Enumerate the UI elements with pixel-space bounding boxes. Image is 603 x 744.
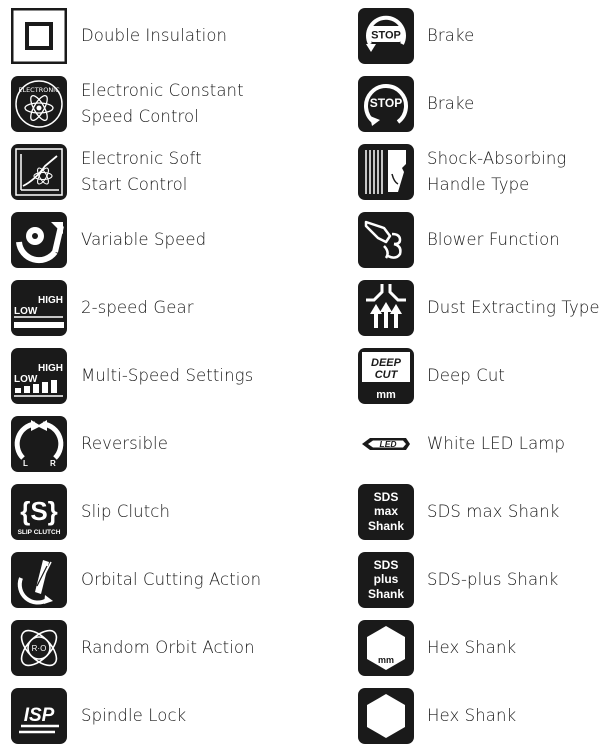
feature-label: Multi-Speed Settings [81,366,254,385]
feature-label: Electronic Constant Speed Control [81,81,244,126]
feature-row: Dust Extracting Type [358,280,600,336]
feature-row: STOP Brake [358,8,474,64]
feature-label: Brake [427,94,475,113]
svg-text:LOW: LOW [14,374,38,385]
svg-text:HIGH: HIGH [38,363,63,374]
feature-label: Dust Extracting Type [427,298,600,317]
svg-text:plus: plus [374,572,399,586]
feature-label: Double Insulation [81,26,228,45]
feature-label: Slip Clutch [81,502,171,521]
feature-row: LOW HIGH Multi-Speed Settings [11,348,253,404]
slip-clutch-icon: {S} SLIP CLUTCH [11,484,67,540]
sds-plus-icon: SDS plus Shank [358,552,414,608]
svg-text:ISP: ISP [24,705,55,726]
feature-label: Blower Function [427,230,560,249]
electronic-constant-speed-icon: ELECTRONIC [11,76,67,132]
feature-label: SDS max Shank [427,502,560,521]
svg-text:ELECTRONIC: ELECTRONIC [18,86,60,94]
feature-label: Hex Shank [427,706,517,725]
feature-row: mm Hex Shank [358,620,516,676]
blower-function-icon [358,212,414,268]
feature-label: Electronic Soft Start Control [81,149,202,194]
feature-label: Spindle Lock [81,706,187,725]
feature-row: Variable Speed [11,212,206,268]
svg-text:R: R [50,459,56,468]
svg-text:STOP: STOP [370,96,402,110]
feature-row: Double Insulation [11,8,227,64]
feature-label: Reversible [81,434,168,453]
svg-text:max: max [374,504,398,518]
feature-label: Hex Shank [427,638,517,657]
feature-row: Hex Shank [358,688,516,744]
feature-row: {S} SLIP CLUTCH Slip Clutch [11,484,170,540]
svg-text:HIGH: HIGH [38,295,63,306]
deep-cut-icon: DEEP CUT mm [358,348,414,404]
feature-label: Shock-Absorbing Handle Type [427,149,567,194]
svg-text:mm: mm [378,655,394,665]
two-speed-gear-icon: LOW HIGH [11,280,67,336]
feature-row: L R Reversible [11,416,168,472]
feature-row: Electronic Soft Start Control [11,144,202,200]
feature-label: Orbital Cutting Action [81,570,262,589]
double-insulation-icon [11,8,67,64]
reversible-icon: L R [11,416,67,472]
brake-stop-icon: STOP [358,8,414,64]
svg-text:mm: mm [376,389,396,401]
feature-row: STOP Brake [358,76,474,132]
svg-text:DEEP: DEEP [371,357,402,369]
svg-text:SDS: SDS [374,490,399,504]
hex-shank-mm-icon: mm [358,620,414,676]
svg-text:Shank: Shank [368,519,404,533]
svg-text:LOW: LOW [14,306,38,317]
led-lamp-icon: LED [358,416,414,472]
feature-row: ISP Spindle Lock [11,688,186,744]
brake-stop-circle-icon: STOP [358,76,414,132]
svg-text:L: L [23,459,28,468]
sds-max-icon: SDS max Shank [358,484,414,540]
random-orbit-icon: R·O [11,620,67,676]
feature-row: DEEP CUT mm Deep Cut [358,348,505,404]
feature-row: R·O Random Orbit Action [11,620,255,676]
svg-text:R·O: R·O [32,644,47,653]
feature-label: Random Orbit Action [81,638,255,657]
feature-row: LED White LED Lamp [358,416,565,472]
multi-speed-icon: LOW HIGH [11,348,67,404]
svg-text:SDS: SDS [374,558,399,572]
variable-speed-icon [11,212,67,268]
svg-text:LED: LED [380,439,397,449]
feature-row: Blower Function [358,212,560,268]
feature-label: SDS-plus Shank [427,570,559,589]
feature-row: SDS max Shank SDS max Shank [358,484,559,540]
feature-row: Shock-Absorbing Handle Type [358,144,566,200]
hex-shank-icon [358,688,414,744]
dust-extracting-icon [358,280,414,336]
feature-label: Deep Cut [427,366,505,385]
svg-text:Shank: Shank [368,587,404,601]
feature-row: ELECTRONIC Electronic Constant Speed Cont… [11,76,244,132]
feature-label: Brake [427,26,475,45]
svg-text:CUT: CUT [375,369,399,381]
svg-text:STOP: STOP [371,30,401,42]
feature-label: Variable Speed [81,230,207,249]
feature-label: White LED Lamp [427,434,566,453]
feature-label: 2-speed Gear [81,298,194,317]
feature-row: LOW HIGH 2-speed Gear [11,280,194,336]
orbital-cutting-icon [11,552,67,608]
spindle-lock-icon: ISP [11,688,67,744]
shock-absorbing-handle-icon [358,144,414,200]
svg-text:{S}: {S} [20,496,58,526]
feature-row: SDS plus Shank SDS-plus Shank [358,552,558,608]
feature-row: Orbital Cutting Action [11,552,261,608]
electronic-soft-start-icon [11,144,67,200]
svg-text:SLIP CLUTCH: SLIP CLUTCH [18,529,61,536]
